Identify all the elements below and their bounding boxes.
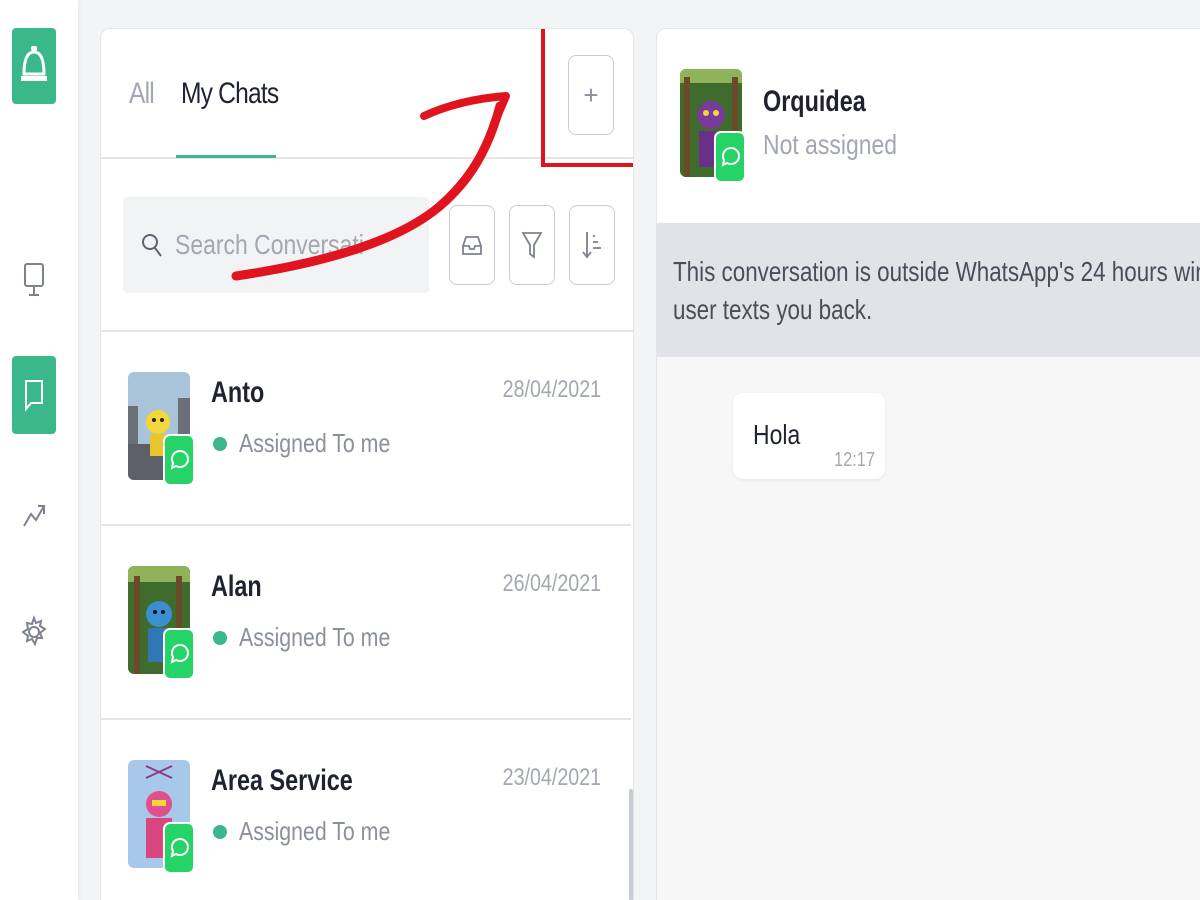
status-dot: [213, 824, 227, 839]
status-dot: [213, 436, 227, 451]
whatsapp-icon: [163, 822, 195, 874]
message-bubble: Hola 12:17: [733, 393, 885, 479]
inbox-button[interactable]: [449, 205, 495, 285]
sort-icon: [582, 232, 601, 259]
tab-all[interactable]: All: [129, 77, 155, 111]
active-tab-indicator: [176, 155, 276, 158]
notice-line: This conversation is outside WhatsApp's …: [673, 256, 1200, 287]
contact-name: Area Service: [211, 764, 353, 797]
status-dot: [213, 630, 227, 645]
conversation-tabs: All My Chats +: [101, 29, 633, 167]
monitor-icon[interactable]: [12, 258, 56, 302]
whatsapp-icon: [163, 434, 195, 486]
whatsapp-icon: [163, 628, 195, 680]
assignment-status: Assigned To me: [213, 622, 424, 653]
chat-contact-name: Orquidea: [763, 85, 866, 118]
sort-button[interactable]: [569, 205, 615, 285]
filter-icon: [521, 232, 543, 259]
status-label: Assigned To me: [239, 816, 391, 846]
tab-my-chats[interactable]: My Chats: [181, 77, 279, 111]
list-scrollbar[interactable]: [629, 789, 633, 900]
chat-icon[interactable]: [12, 356, 56, 434]
notice-line: user texts you back.: [673, 294, 873, 325]
status-label: Assigned To me: [239, 622, 391, 652]
gear-icon[interactable]: [12, 610, 56, 654]
conversation-item[interactable]: Alan 26/04/2021 Assigned To me: [101, 526, 631, 720]
conversation-date: 26/04/2021: [502, 570, 601, 597]
app-sidebar: [0, 0, 78, 900]
contact-name: Alan: [211, 570, 262, 603]
trending-icon[interactable]: [12, 494, 56, 538]
conversation-date: 28/04/2021: [502, 376, 601, 403]
message-time: 12:17: [833, 449, 875, 471]
conversation-item[interactable]: Area Service 23/04/2021 Assigned To me: [101, 720, 631, 900]
search-field: [123, 197, 429, 293]
chat-panel: Orquidea Not assigned This conversation …: [656, 28, 1200, 900]
conversation-list-panel: All My Chats + Search Conversations Anto…: [100, 28, 634, 900]
assignment-status: Assigned To me: [213, 428, 424, 459]
bell-logo-icon[interactable]: [12, 28, 56, 104]
window-notice: This conversation is outside WhatsApp's …: [657, 223, 1200, 357]
message-text: Hola: [753, 419, 801, 450]
chat-assignment-status[interactable]: Not assigned: [763, 129, 897, 161]
conversation-item[interactable]: Anto 28/04/2021 Assigned To me: [101, 332, 631, 526]
filter-button[interactable]: [509, 205, 555, 285]
assignment-status: Assigned To me: [213, 816, 424, 847]
whatsapp-icon: [714, 131, 746, 183]
new-chat-button[interactable]: +: [568, 55, 614, 135]
chat-header: Orquidea Not assigned: [657, 29, 1200, 223]
search-icon: [142, 234, 162, 257]
inbox-icon: [462, 236, 482, 255]
search-input[interactable]: [175, 229, 364, 261]
status-label: Assigned To me: [239, 428, 391, 458]
contact-name: Anto: [211, 376, 265, 409]
conversation-date: 23/04/2021: [502, 764, 601, 791]
